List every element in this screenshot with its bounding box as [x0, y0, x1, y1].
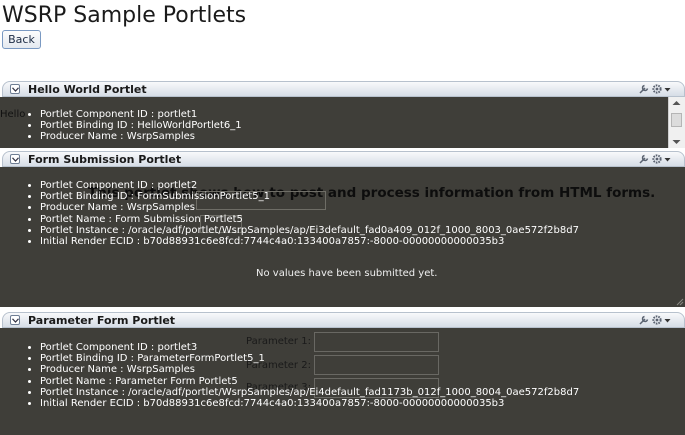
portlet-header: Hello World Portlet [2, 81, 685, 97]
chevron-down-icon[interactable] [10, 315, 20, 325]
info-item: Portlet Name : Parameter Form Portlet5 [40, 376, 579, 387]
portlet-info-list: Portlet Component ID : portlet3 Portlet … [22, 342, 579, 409]
wrench-icon[interactable] [638, 314, 650, 326]
wrench-icon[interactable] [638, 83, 650, 95]
info-item: Portlet Component ID : portlet3 [40, 342, 579, 353]
info-item: Portlet Instance : /oracle/adf/portlet/W… [40, 225, 579, 236]
wrench-icon[interactable] [638, 153, 650, 165]
back-button[interactable]: Back [2, 30, 41, 49]
portlet-tools [638, 83, 672, 95]
info-item: Portlet Component ID : portlet2 [40, 180, 579, 191]
gear-icon[interactable] [651, 83, 663, 95]
chevron-down-icon[interactable] [10, 154, 20, 164]
dropdown-arrow-icon[interactable] [664, 153, 671, 165]
form-submission-portlet: Form Submission Portlet This portlet sho… [0, 151, 685, 307]
portlet-tools [638, 153, 672, 165]
info-item: Portlet Name : Form Submission Portlet5 [40, 214, 579, 225]
hello-world-portlet: Hello World Portlet Hello Portlet Compon… [0, 81, 685, 148]
parameter-form-portlet: Parameter Form Portlet Parameter 1: Para… [0, 312, 685, 435]
resize-grip-icon[interactable] [676, 298, 684, 306]
portlet-title: Form Submission Portlet [28, 153, 182, 166]
chevron-down-icon[interactable] [10, 84, 20, 94]
info-item: Initial Render ECID : b70d88931c6e8fcd:7… [40, 236, 579, 247]
portlet-header: Form Submission Portlet [2, 151, 685, 167]
info-item: Portlet Binding ID : HelloWorldPortlet6_… [40, 120, 242, 131]
gear-icon[interactable] [651, 153, 663, 165]
portlet-info-list: Portlet Component ID : portlet1 Portlet … [22, 109, 242, 143]
info-item: Portlet Binding ID : ParameterFormPortle… [40, 353, 579, 364]
gear-icon[interactable] [651, 314, 663, 326]
vertical-scrollbar[interactable] [668, 97, 685, 148]
info-item: Producer Name : WsrpSamples [40, 131, 242, 142]
scroll-up-icon[interactable] [672, 100, 681, 106]
info-item: Initial Render ECID : b70d88931c6e8fcd:7… [40, 398, 579, 409]
portlet-body: Hello Portlet Component ID : portlet1 Po… [0, 97, 685, 148]
scroll-down-icon[interactable] [672, 139, 681, 145]
portlet-info-list: Portlet Component ID : portlet2 Portlet … [22, 180, 579, 247]
page-title: WSRP Sample Portlets [2, 3, 247, 28]
portlet-title: Parameter Form Portlet [28, 314, 176, 327]
info-item: Portlet Binding ID : FormSubmissionPortl… [40, 191, 579, 202]
info-item: Portlet Component ID : portlet1 [40, 109, 242, 120]
portlet-header: Parameter Form Portlet [2, 312, 685, 328]
portlet-body: This portlet shows how to post and proce… [0, 167, 685, 307]
dropdown-arrow-icon[interactable] [664, 314, 671, 326]
dropdown-arrow-icon[interactable] [664, 83, 671, 95]
portlet-body: Parameter 1: Parameter 2: Parameter 3: P… [0, 328, 685, 435]
portlet-title: Hello World Portlet [28, 83, 147, 96]
submission-status: No values have been submitted yet. [256, 268, 438, 279]
scrollbar-thumb[interactable] [671, 113, 682, 127]
portlet-tools [638, 314, 672, 326]
info-item: Producer Name : WsrpSamples [40, 202, 579, 213]
info-item: Portlet Instance : /oracle/adf/portlet/W… [40, 387, 579, 398]
info-item: Producer Name : WsrpSamples [40, 364, 579, 375]
